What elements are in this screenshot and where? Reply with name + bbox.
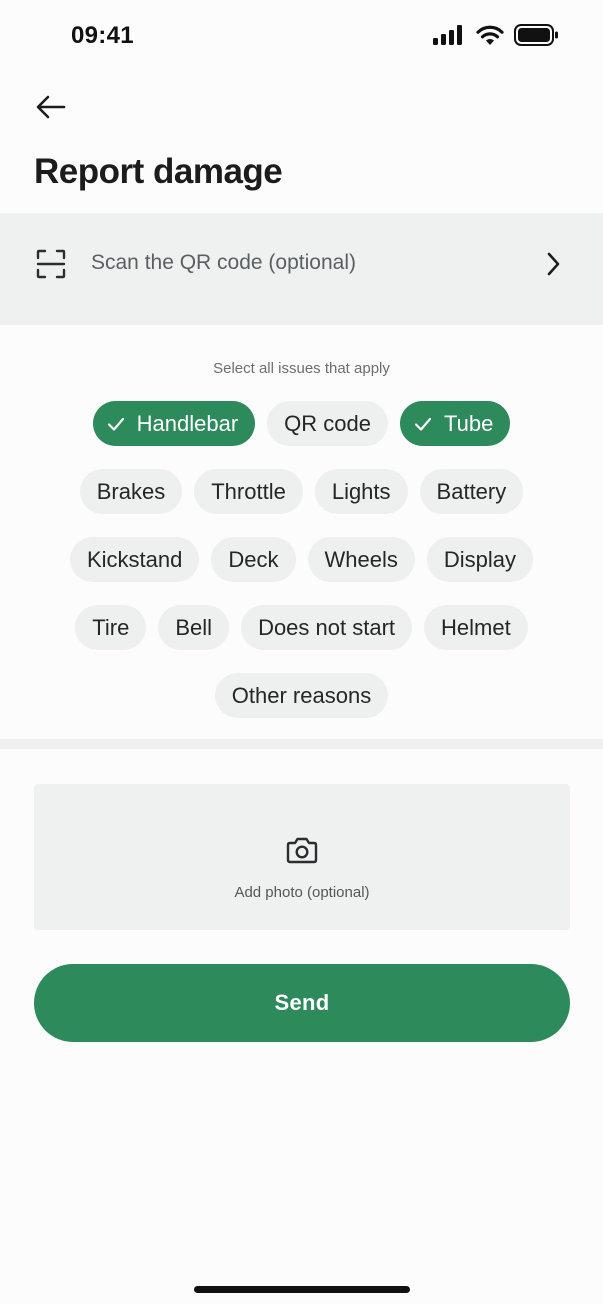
report-damage-screen: 09:41 Report damage Scan the QR code (op…	[0, 0, 603, 1304]
check-icon	[107, 417, 124, 431]
status-bar: 09:41	[0, 0, 603, 72]
wifi-icon	[476, 25, 504, 45]
issue-chip-tube[interactable]: Tube	[400, 401, 511, 446]
issue-chip-does-not-start[interactable]: Does not start	[241, 605, 413, 650]
issue-chip-battery[interactable]: Battery	[419, 469, 524, 514]
add-photo-label: Add photo (optional)	[234, 884, 370, 901]
check-icon	[414, 417, 432, 431]
issue-chip-label: Lights	[331, 478, 391, 504]
chip-row: Other reasons	[0, 673, 603, 718]
issue-chip-lights[interactable]: Lights	[314, 469, 408, 514]
battery-icon	[514, 24, 558, 46]
qr-scan-icon	[36, 249, 66, 279]
issue-chip-tire[interactable]: Tire	[75, 605, 147, 650]
chevron-right-icon	[547, 252, 560, 276]
issue-chip-label: Tube	[444, 410, 494, 436]
signal-icon	[433, 25, 462, 45]
issue-chip-brakes[interactable]: Brakes	[79, 469, 183, 514]
issue-chip-label: Throttle	[211, 478, 286, 504]
scan-qr-row[interactable]: Scan the QR code (optional)	[0, 213, 603, 325]
chip-row: Handlebar QR code Tube	[0, 401, 603, 446]
scan-qr-label: Scan the QR code (optional)	[91, 251, 356, 274]
issue-chips: Handlebar QR code Tube Brakes Throttle Lights…	[0, 401, 603, 741]
send-button[interactable]: Send	[34, 964, 570, 1042]
chip-row: Brakes Throttle Lights Battery	[0, 469, 603, 514]
issue-chip-label: QR code	[284, 410, 371, 436]
issue-chip-kickstand[interactable]: Kickstand	[69, 537, 200, 582]
page-title: Report damage	[34, 152, 283, 191]
camera-icon	[286, 837, 318, 864]
issue-chip-deck[interactable]: Deck	[211, 537, 296, 582]
issue-chip-other-reasons[interactable]: Other reasons	[214, 673, 389, 718]
issue-chip-label: Battery	[436, 478, 507, 504]
issue-chip-label: Brakes	[96, 478, 166, 504]
chip-row: Kickstand Deck Wheels Display	[0, 537, 603, 582]
status-icons	[433, 24, 559, 46]
issue-chip-bell[interactable]: Bell	[158, 605, 230, 650]
chip-row: Tire Bell Does not start Helmet	[0, 605, 603, 650]
issue-chip-label: Other reasons	[231, 682, 372, 708]
issues-hint: Select all issues that apply	[213, 360, 390, 377]
back-button[interactable]	[34, 90, 68, 124]
home-indicator	[194, 1286, 410, 1293]
section-divider	[0, 739, 603, 749]
issue-chip-wheels[interactable]: Wheels	[307, 537, 415, 582]
issue-chip-label: Handlebar	[136, 410, 239, 436]
issue-chip-label: Wheels	[324, 546, 398, 572]
arrow-left-icon	[36, 95, 66, 119]
issue-chip-throttle[interactable]: Throttle	[194, 469, 303, 514]
issue-chip-label: Does not start	[258, 614, 396, 640]
issue-chip-qr-code[interactable]: QR code	[267, 401, 388, 446]
issue-chip-label: Display	[443, 546, 516, 572]
status-time: 09:41	[71, 22, 134, 49]
issue-chip-label: Kickstand	[86, 546, 183, 572]
add-photo-button[interactable]: Add photo (optional)	[34, 784, 570, 930]
issue-chip-label: Tire	[92, 614, 130, 640]
issue-chip-label: Deck	[228, 546, 279, 572]
issue-chip-helmet[interactable]: Helmet	[424, 605, 528, 650]
issue-chip-label: Helmet	[441, 614, 511, 640]
issue-chip-display[interactable]: Display	[426, 537, 533, 582]
issue-chip-label: Bell	[175, 614, 213, 640]
issue-chip-handlebar[interactable]: Handlebar	[92, 401, 256, 446]
